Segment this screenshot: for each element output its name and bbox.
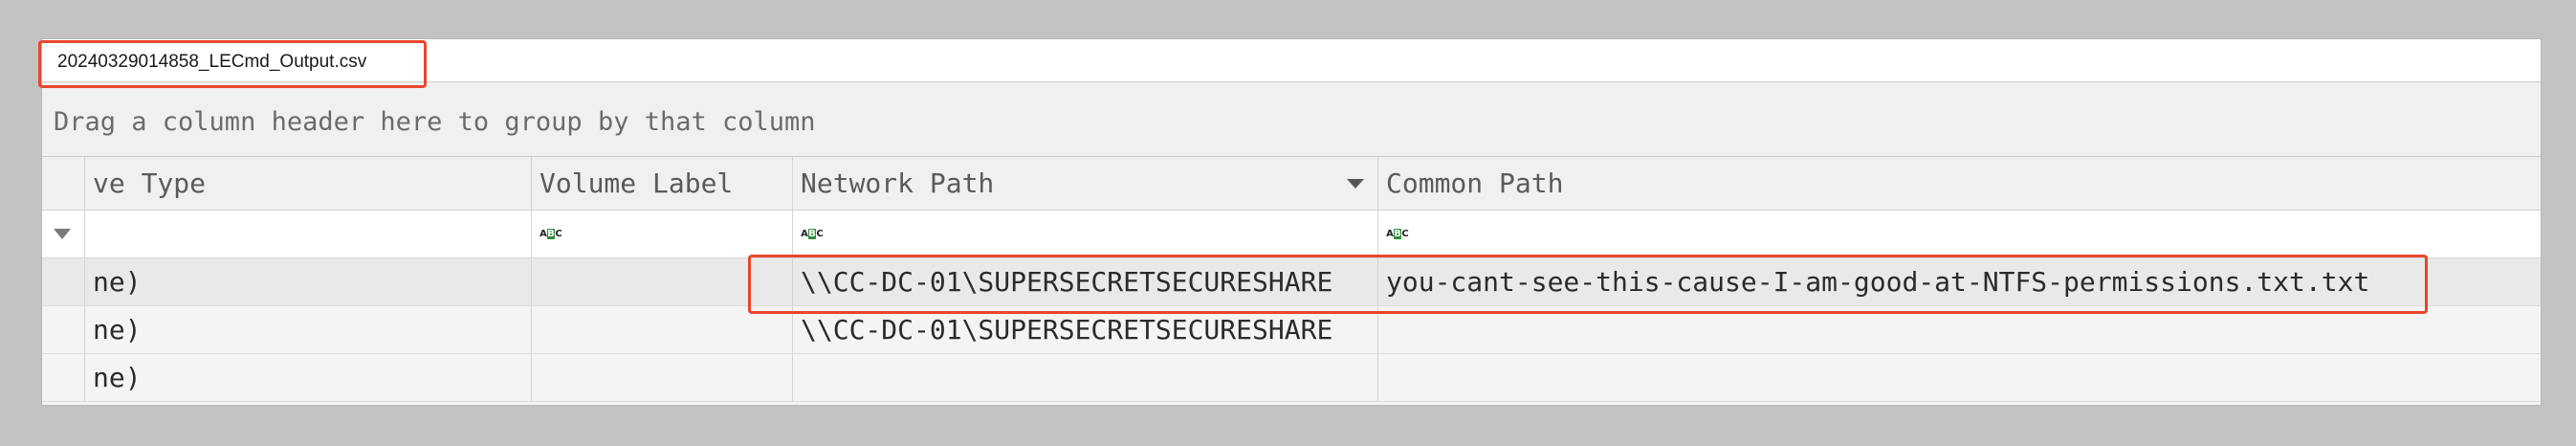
filter-row: ABC ABC ABC: [42, 211, 2541, 258]
filter-cell-drive-type[interactable]: [85, 211, 532, 257]
column-header-volume-label[interactable]: Volume Label: [532, 157, 793, 210]
chevron-down-icon[interactable]: [1347, 179, 1364, 189]
cell-common-path[interactable]: [1378, 306, 2541, 353]
cell-volume-label[interactable]: [532, 258, 793, 305]
tab-strip: 20240329014858_LECmd_Output.csv: [42, 39, 2541, 82]
cell-volume-label[interactable]: [532, 306, 793, 353]
table-row[interactable]: ne) \\CC-DC-01\SUPERSECRETSECURESHARE: [42, 306, 2541, 354]
row-indicator-header: [42, 157, 85, 210]
column-header-label: Volume Label: [539, 167, 734, 199]
cell-drive-type[interactable]: ne): [85, 306, 532, 353]
row-indicator[interactable]: [42, 354, 85, 401]
table-row[interactable]: ne) \\CC-DC-01\SUPERSECRETSECURESHARE yo…: [42, 258, 2541, 306]
cell-volume-label[interactable]: [532, 354, 793, 401]
column-header-label: ve Type: [93, 167, 207, 199]
cell-common-path[interactable]: [1378, 354, 2541, 401]
filter-row-indicator[interactable]: [42, 211, 85, 257]
table-row[interactable]: ne): [42, 354, 2541, 402]
row-indicator[interactable]: [42, 258, 85, 305]
cell-network-path[interactable]: \\CC-DC-01\SUPERSECRETSECURESHARE: [793, 258, 1378, 305]
file-tab[interactable]: 20240329014858_LECmd_Output.csv: [44, 45, 381, 79]
cell-common-path[interactable]: you-cant-see-this-cause-I-am-good-at-NTF…: [1378, 258, 2541, 305]
cell-drive-type[interactable]: ne): [85, 354, 532, 401]
filter-cell-common-path[interactable]: ABC: [1378, 211, 2541, 257]
column-header-row: ve Type Volume Label Network Path Common…: [42, 157, 2541, 211]
text-type-icon: ABC: [1386, 229, 1409, 239]
cell-network-path[interactable]: \\CC-DC-01\SUPERSECRETSECURESHARE: [793, 306, 1378, 353]
column-header-label: Network Path: [801, 167, 995, 199]
text-type-icon: ABC: [539, 229, 562, 239]
cell-network-path[interactable]: [793, 354, 1378, 401]
filter-cell-volume-label[interactable]: ABC: [532, 211, 793, 257]
row-indicator[interactable]: [42, 306, 85, 353]
group-by-hint: Drag a column header here to group by th…: [54, 107, 816, 137]
file-tab-label: 20240329014858_LECmd_Output.csv: [57, 52, 367, 72]
column-header-common-path[interactable]: Common Path: [1378, 157, 2541, 210]
data-grid: ve Type Volume Label Network Path Common…: [42, 157, 2541, 405]
column-header-network-path[interactable]: Network Path: [793, 157, 1378, 210]
column-header-label: Common Path: [1386, 167, 1564, 199]
filter-icon: [54, 229, 71, 239]
filter-cell-network-path[interactable]: ABC: [793, 211, 1378, 257]
cell-drive-type[interactable]: ne): [85, 258, 532, 305]
grid-panel: 20240329014858_LECmd_Output.csv Drag a c…: [41, 38, 2542, 406]
text-type-icon: ABC: [801, 229, 824, 239]
column-header-drive-type[interactable]: ve Type: [85, 157, 532, 210]
group-by-panel[interactable]: Drag a column header here to group by th…: [42, 82, 2541, 157]
